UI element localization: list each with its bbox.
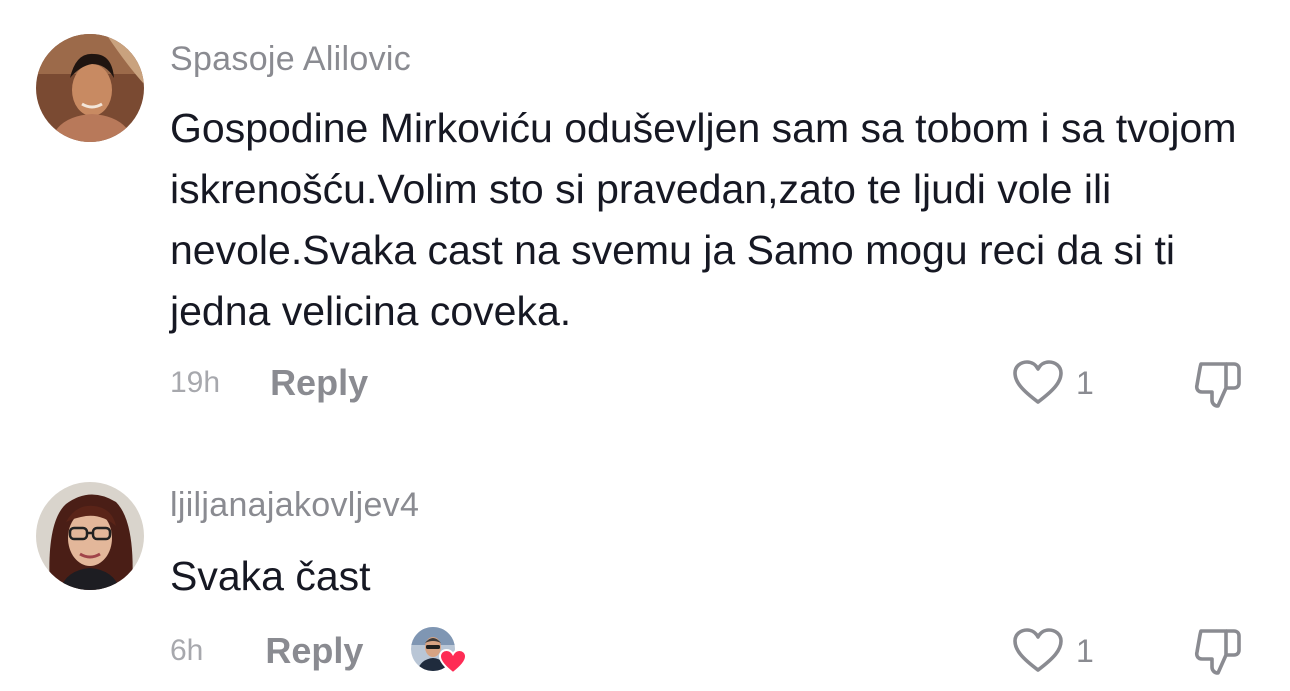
comment-item: Spasoje Alilovic Gospodine Mirkoviću odu… (0, 0, 1290, 430)
heart-outline-icon[interactable] (1012, 360, 1064, 406)
comment-meta: 19h Reply (170, 358, 368, 408)
comment-username[interactable]: ljiljanajakovljev4 (170, 486, 419, 525)
like-button[interactable]: 1 (1012, 626, 1094, 676)
comment-item: ljiljanajakovljev4 Svaka čast 6h Reply 1 (0, 470, 1290, 691)
liked-by-creator-badge (411, 627, 468, 675)
reply-button[interactable]: Reply (270, 362, 368, 404)
thumbs-down-outline-icon[interactable] (1192, 625, 1244, 677)
comment-timestamp: 6h (170, 634, 204, 667)
like-button[interactable]: 1 (1012, 358, 1094, 408)
thumbs-down-outline-icon[interactable] (1192, 358, 1244, 410)
avatar[interactable] (36, 482, 144, 590)
like-count: 1 (1076, 364, 1094, 401)
avatar[interactable] (36, 34, 144, 142)
reply-button[interactable]: Reply (265, 630, 363, 672)
comment-text: Svaka čast (170, 553, 371, 599)
heart-filled-icon (439, 648, 468, 675)
comment-text: Gospodine Mirkoviću oduševljen sam sa to… (170, 105, 1237, 334)
like-count: 1 (1076, 632, 1094, 669)
comment-username[interactable]: Spasoje Alilovic (170, 40, 411, 79)
heart-outline-icon[interactable] (1012, 628, 1064, 674)
comment-timestamp: 19h (170, 366, 221, 399)
comment-meta: 6h Reply (170, 626, 468, 676)
